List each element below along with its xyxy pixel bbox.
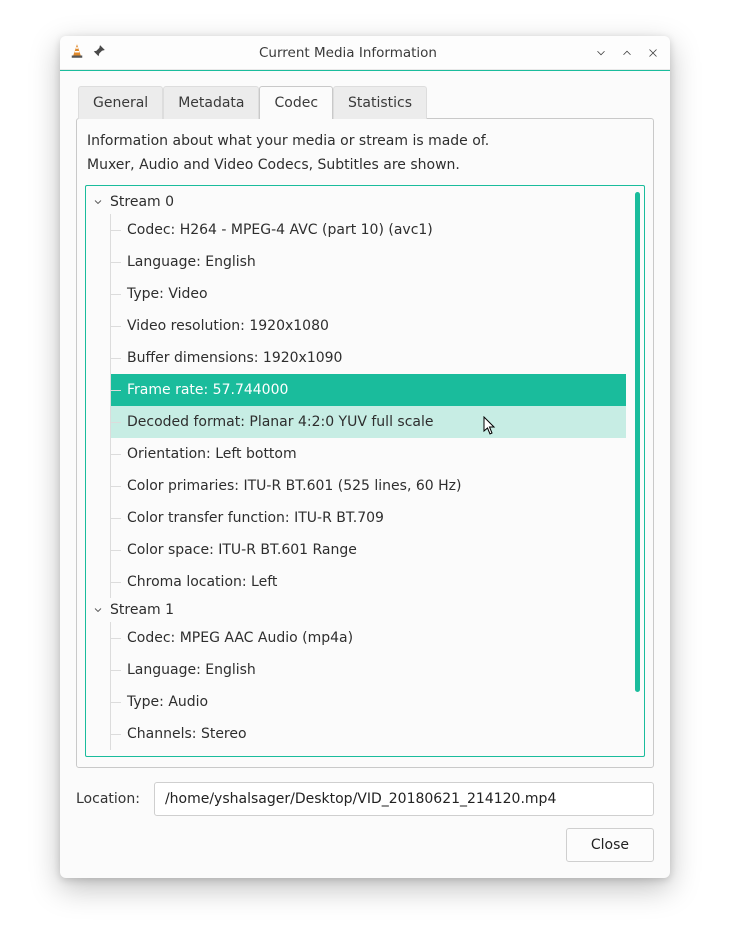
tab-general[interactable]: General <box>78 86 163 119</box>
titlebar: Current Media Information <box>60 36 670 70</box>
codec-row[interactable]: Type: Video <box>111 278 634 310</box>
tab-statistics[interactable]: Statistics <box>333 86 427 119</box>
codec-row[interactable]: Decoded format: Planar 4:2:0 YUV full sc… <box>111 406 626 438</box>
codec-row[interactable]: Channels: Stereo <box>111 718 634 750</box>
chevron-down-icon <box>92 196 104 208</box>
dialog-body: General Metadata Codec Statistics Inform… <box>60 71 670 878</box>
maximize-button[interactable] <box>618 44 636 62</box>
chevron-down-icon <box>92 604 104 616</box>
stream-header[interactable]: Stream 0 <box>90 190 634 214</box>
codec-row[interactable]: Codec: MPEG AAC Audio (mp4a) <box>111 622 634 654</box>
stream-label: Stream 0 <box>110 194 174 210</box>
codec-row[interactable]: Color space: ITU-R BT.601 Range <box>111 534 634 566</box>
codec-row[interactable]: Type: Audio <box>111 686 634 718</box>
info-line-2: Muxer, Audio and Video Codecs, Subtitles… <box>85 153 645 177</box>
tab-codec[interactable]: Codec <box>259 86 333 119</box>
info-line-1: Information about what your media or str… <box>85 129 645 153</box>
codec-row[interactable]: Language: English <box>111 654 634 686</box>
location-label: Location: <box>76 791 140 807</box>
tab-bar: General Metadata Codec Statistics <box>78 85 654 118</box>
close-button[interactable]: Close <box>566 828 654 862</box>
tab-metadata[interactable]: Metadata <box>163 86 259 119</box>
codec-row[interactable]: Frame rate: 57.744000 <box>111 374 626 406</box>
codec-row[interactable]: Color transfer function: ITU-R BT.709 <box>111 502 634 534</box>
cursor-icon <box>483 416 498 440</box>
scrollbar[interactable] <box>635 192 640 692</box>
location-input[interactable] <box>154 782 654 816</box>
stream-header[interactable]: Stream 1 <box>90 598 634 622</box>
dialog-window: Current Media Information General Metada… <box>60 36 670 878</box>
codec-tree[interactable]: Stream 0 Codec: H264 - MPEG-4 AVC (part 1… <box>85 185 645 757</box>
window-title: Current Media Information <box>112 45 584 61</box>
codec-row[interactable]: Orientation: Left bottom <box>111 438 634 470</box>
button-row: Close <box>76 828 654 862</box>
codec-row[interactable]: Codec: H264 - MPEG-4 AVC (part 10) (avc1… <box>111 214 634 246</box>
stream-label: Stream 1 <box>110 602 174 618</box>
close-window-button[interactable] <box>644 44 662 62</box>
stream-children: Codec: H264 - MPEG-4 AVC (part 10) (avc1… <box>110 214 634 598</box>
minimize-button[interactable] <box>592 44 610 62</box>
codec-row[interactable]: Language: English <box>111 246 634 278</box>
codec-row[interactable]: Color primaries: ITU-R BT.601 (525 lines… <box>111 470 634 502</box>
app-icon <box>68 42 92 64</box>
codec-panel: Information about what your media or str… <box>76 118 654 768</box>
codec-row[interactable]: Buffer dimensions: 1920x1090 <box>111 342 634 374</box>
codec-row[interactable]: Video resolution: 1920x1080 <box>111 310 634 342</box>
pin-icon[interactable] <box>92 43 112 62</box>
codec-row[interactable]: Chroma location: Left <box>111 566 634 598</box>
footer: Location: <box>76 782 654 816</box>
stream-children: Codec: MPEG AAC Audio (mp4a)Language: En… <box>110 622 634 750</box>
